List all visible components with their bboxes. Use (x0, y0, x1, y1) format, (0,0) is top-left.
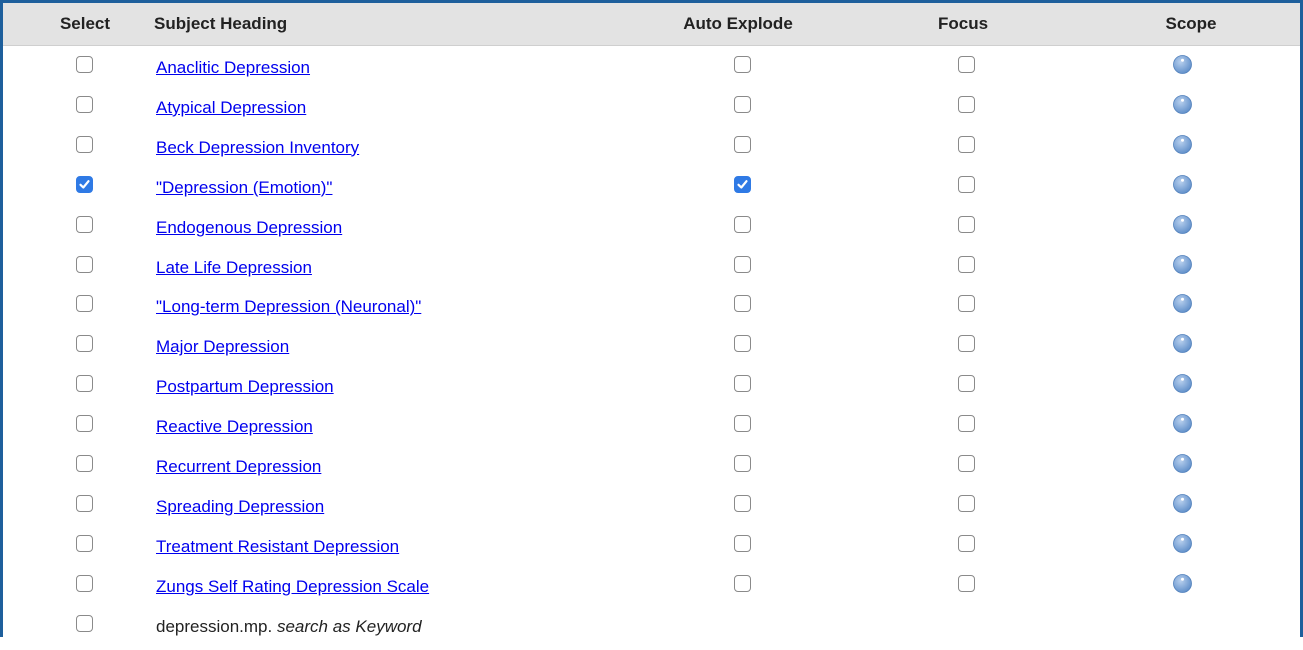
header-subject-heading: Subject Heading (154, 14, 288, 33)
auto-explode-checkbox[interactable] (734, 255, 751, 273)
select-checkbox[interactable] (76, 95, 93, 113)
focus-checkbox[interactable] (958, 534, 975, 552)
auto-explode-checkbox[interactable] (734, 455, 751, 472)
focus-checkbox[interactable] (958, 295, 975, 313)
subject-heading-link[interactable]: Reactive Depression (156, 417, 313, 437)
focus-checkbox[interactable] (958, 56, 975, 73)
info-circle-icon[interactable] (1173, 254, 1192, 274)
focus-checkbox[interactable] (958, 175, 975, 193)
table-row: Spreading Depression (3, 490, 1300, 530)
info-circle-icon[interactable] (1173, 134, 1192, 154)
auto-explode-checkbox[interactable] (734, 215, 751, 233)
header-auto-explode: Auto Explode (683, 14, 793, 33)
select-checkbox[interactable] (76, 574, 93, 592)
auto-explode-checkbox[interactable] (734, 574, 751, 592)
subject-heading-link[interactable]: Postpartum Depression (156, 377, 334, 397)
focus-checkbox[interactable] (958, 215, 975, 233)
table-row: Recurrent Depression (3, 450, 1300, 490)
select-checkbox[interactable] (76, 215, 93, 233)
focus-checkbox[interactable] (958, 574, 975, 592)
focus-checkbox[interactable] (958, 255, 975, 273)
select-checkbox[interactable] (76, 135, 93, 153)
focus-checkbox[interactable] (958, 375, 975, 393)
focus-checkbox[interactable] (958, 455, 975, 472)
subject-heading-link[interactable]: Zungs Self Rating Depression Scale (156, 577, 429, 597)
auto-explode-checkbox[interactable] (734, 95, 751, 113)
keyword-search-label: depression.mp. search as Keyword (156, 617, 422, 637)
subject-heading-link[interactable]: Endogenous Depression (156, 218, 342, 238)
auto-explode-checkbox[interactable] (734, 415, 751, 433)
auto-explode-checkbox[interactable] (734, 175, 751, 193)
header-focus: Focus (937, 14, 989, 33)
select-checkbox[interactable] (76, 295, 93, 313)
info-circle-icon[interactable] (1173, 374, 1192, 394)
info-circle-icon[interactable] (1173, 334, 1192, 354)
info-circle-icon[interactable] (1173, 454, 1192, 473)
keyword-select-checkbox[interactable] (76, 614, 93, 632)
table-row: Anaclitic Depression (3, 51, 1300, 91)
info-circle-icon[interactable] (1173, 533, 1192, 553)
info-circle-icon[interactable] (1173, 214, 1192, 234)
focus-checkbox[interactable] (958, 415, 975, 433)
subject-heading-link[interactable]: Beck Depression Inventory (156, 138, 359, 158)
table-row: "Depression (Emotion)" (3, 171, 1300, 211)
subject-heading-link[interactable]: Atypical Depression (156, 98, 306, 118)
info-circle-icon[interactable] (1173, 414, 1192, 433)
auto-explode-checkbox[interactable] (734, 335, 751, 353)
select-checkbox[interactable] (76, 56, 93, 73)
focus-checkbox[interactable] (958, 335, 975, 353)
table-row: "Long-term Depression (Neuronal)" (3, 290, 1300, 330)
subject-heading-link[interactable]: Major Depression (156, 337, 289, 357)
keyword-row: depression.mp. search as Keyword (3, 610, 1300, 650)
table-row: Atypical Depression (3, 91, 1300, 131)
subject-heading-link[interactable]: "Depression (Emotion)" (156, 178, 332, 198)
auto-explode-checkbox[interactable] (734, 56, 751, 73)
info-circle-icon[interactable] (1173, 94, 1192, 114)
select-checkbox[interactable] (76, 255, 93, 273)
table-row: Beck Depression Inventory (3, 131, 1300, 171)
select-checkbox[interactable] (76, 534, 93, 552)
subject-heading-link[interactable]: Late Life Depression (156, 258, 312, 278)
info-circle-icon[interactable] (1173, 493, 1192, 513)
header-select: Select (59, 14, 111, 33)
focus-checkbox[interactable] (958, 95, 975, 113)
focus-checkbox[interactable] (958, 135, 975, 153)
table-row: Zungs Self Rating Depression Scale (3, 570, 1300, 610)
table-row: Late Life Depression (3, 251, 1300, 291)
select-checkbox[interactable] (76, 335, 93, 353)
header-scope: Scope (1165, 14, 1217, 33)
info-circle-icon[interactable] (1173, 55, 1192, 74)
table-row: Treatment Resistant Depression (3, 530, 1300, 570)
table-header: Select Subject Heading Auto Explode Focu… (3, 3, 1300, 46)
select-checkbox[interactable] (76, 494, 93, 512)
subject-heading-link[interactable]: Treatment Resistant Depression (156, 537, 399, 557)
info-circle-icon[interactable] (1173, 294, 1192, 314)
info-circle-icon[interactable] (1173, 174, 1192, 194)
select-checkbox[interactable] (76, 175, 93, 193)
select-checkbox[interactable] (76, 375, 93, 393)
select-checkbox[interactable] (76, 415, 93, 433)
auto-explode-checkbox[interactable] (734, 534, 751, 552)
keyword-suffix: search as Keyword (276, 616, 422, 636)
select-checkbox[interactable] (76, 455, 93, 472)
subject-heading-table: Select Subject Heading Auto Explode Focu… (0, 0, 1303, 637)
subject-heading-link[interactable]: Recurrent Depression (156, 457, 321, 477)
table-row: Postpartum Depression (3, 370, 1300, 410)
table-row: Endogenous Depression (3, 211, 1300, 251)
info-circle-icon[interactable] (1173, 573, 1192, 593)
subject-heading-link[interactable]: "Long-term Depression (Neuronal)" (156, 297, 421, 317)
subject-heading-link[interactable]: Spreading Depression (156, 497, 324, 517)
auto-explode-checkbox[interactable] (734, 375, 751, 393)
focus-checkbox[interactable] (958, 494, 975, 512)
auto-explode-checkbox[interactable] (734, 295, 751, 313)
auto-explode-checkbox[interactable] (734, 135, 751, 153)
keyword-term: depression.mp. (156, 616, 273, 636)
auto-explode-checkbox[interactable] (734, 494, 751, 512)
table-row: Major Depression (3, 330, 1300, 370)
table-row: Reactive Depression (3, 410, 1300, 450)
subject-heading-link[interactable]: Anaclitic Depression (156, 58, 310, 78)
